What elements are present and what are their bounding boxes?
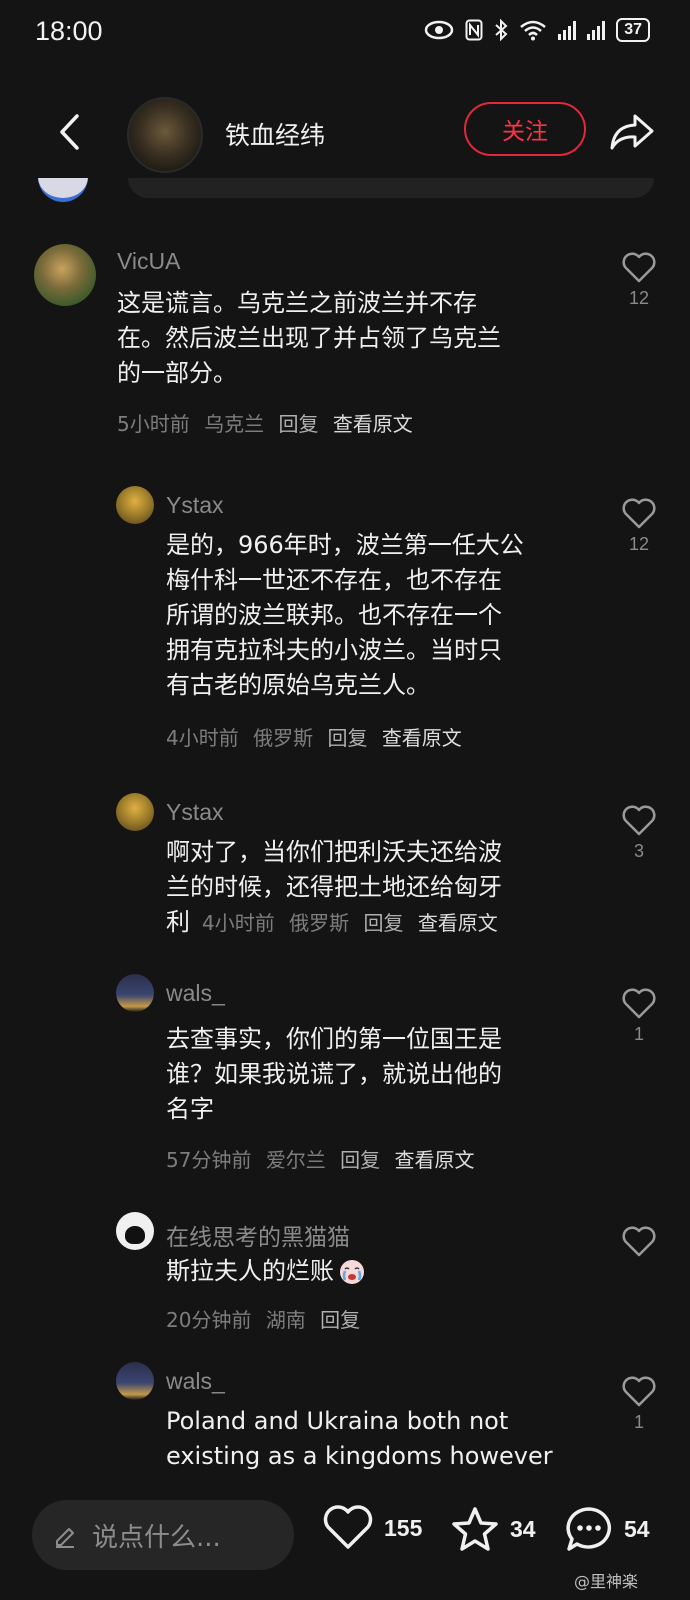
status-bar: 18:00 37: [0, 0, 690, 70]
like-count: 3: [633, 841, 644, 861]
like-count: 12: [628, 288, 650, 308]
share-icon[interactable]: [607, 108, 657, 156]
heart-icon: [622, 252, 656, 283]
comment-location: 爱尔兰: [265, 1148, 326, 1172]
like-count: 12: [628, 534, 650, 554]
comment-time: 4小时前: [202, 911, 275, 935]
comment-meta: 57分钟前 爱尔兰 回复 查看原文: [166, 1144, 483, 1173]
reply-button[interactable]: 回复: [327, 726, 367, 750]
back-arrow-icon[interactable]: [50, 108, 90, 156]
previous-comment-partial: [0, 178, 690, 208]
favorite-stat[interactable]: 34: [450, 1505, 536, 1553]
heart-icon: [622, 805, 656, 836]
comment-text: 去查事实，你们的第一位国王是 谁？如果我说谎了，就说出他的 名字: [166, 1025, 502, 1123]
like-button[interactable]: 3: [619, 805, 659, 862]
avatar[interactable]: [34, 244, 96, 306]
status-icons: 37: [424, 18, 650, 42]
comment-text: 是的，966年时，波兰第一任大公 梅什科一世还不存在，也不存在 所谓的波兰联邦。…: [166, 531, 524, 699]
heart-icon: [622, 988, 656, 1019]
reply-button[interactable]: 回复: [320, 1308, 360, 1332]
reply-button[interactable]: 回复: [340, 1148, 380, 1172]
heart-icon: [622, 498, 656, 529]
nfc-icon: [465, 19, 483, 41]
comment-username[interactable]: 在线思考的黑猫猫: [166, 1218, 350, 1252]
star-icon: [452, 1507, 498, 1551]
like-count: 1: [633, 1412, 644, 1432]
pencil-icon: [56, 1528, 74, 1548]
status-time: 18:00: [35, 16, 103, 46]
comment-meta: 4小时前 俄罗斯 回复 查看原文: [202, 906, 506, 941]
comment-text: Poland and Ukraina both not existing as …: [166, 1407, 553, 1470]
comment-username[interactable]: wals_: [166, 980, 225, 1007]
channel-name[interactable]: 铁血经纬: [225, 116, 325, 152]
comment-username[interactable]: wals_: [166, 1368, 225, 1395]
signal-strength-1-icon: [558, 20, 577, 40]
view-original-button[interactable]: 查看原文: [333, 412, 413, 436]
comment-text: 啊对了，当你们把利沃夫还给波 兰的时候，还得把土地还给匈牙 利 4小时前 俄罗斯…: [166, 835, 506, 941]
comment-stat[interactable]: 54: [564, 1505, 650, 1553]
watermark: @里神楽: [574, 1572, 639, 1591]
comment-text: 这是谎言。乌克兰之前波兰并不存 在。然后波兰出现了并占领了乌克兰 的一部分。: [117, 289, 501, 387]
comment-time: 4小时前: [166, 726, 239, 750]
like-button[interactable]: [619, 1226, 659, 1258]
follow-button[interactable]: 关注: [464, 102, 586, 156]
like-button[interactable]: 1: [619, 1376, 659, 1433]
comment-location: 乌克兰: [204, 412, 265, 436]
comment-location: 俄罗斯: [253, 726, 314, 750]
comment-meta: 20分钟前 湖南 回复: [166, 1304, 368, 1333]
comment-time: 20分钟前: [166, 1308, 252, 1332]
comment-count: 54: [624, 1515, 650, 1542]
eye-icon: [424, 20, 454, 40]
avatar[interactable]: [116, 1212, 154, 1250]
heart-icon: [323, 1505, 373, 1549]
comment-location: 湖南: [265, 1308, 306, 1332]
favorite-count: 34: [510, 1515, 536, 1542]
comment-time: 5小时前: [117, 412, 190, 436]
comment-text: 斯拉夫人的烂账: [166, 1254, 366, 1289]
like-button[interactable]: 12: [619, 252, 659, 309]
header: 铁血经纬 关注: [0, 88, 690, 178]
channel-avatar[interactable]: [127, 97, 203, 173]
crying-emoji-icon: [340, 1259, 364, 1284]
comment-time: 57分钟前: [166, 1148, 252, 1172]
like-count: 1: [633, 1024, 644, 1044]
comment-username[interactable]: VicUA: [117, 248, 181, 275]
comment-input-placeholder: 说点什么...: [92, 1522, 221, 1553]
like-button[interactable]: 12: [619, 498, 659, 555]
avatar[interactable]: [116, 974, 154, 1012]
battery-icon: 37: [616, 18, 650, 42]
signal-strength-2-icon: [587, 20, 606, 40]
comment-meta: 4小时前 俄罗斯 回复 查看原文: [166, 722, 470, 751]
view-original-button[interactable]: 查看原文: [382, 726, 462, 750]
like-button[interactable]: 1: [619, 988, 659, 1045]
comment-meta: 5小时前 乌克兰 回复 查看原文: [117, 408, 421, 437]
reply-button[interactable]: 回复: [278, 412, 318, 436]
comment-username[interactable]: Ystax: [166, 492, 224, 519]
like-stat[interactable]: 155: [322, 1505, 422, 1551]
comment-location: 俄罗斯: [289, 911, 350, 935]
view-original-button[interactable]: 查看原文: [418, 911, 498, 935]
reply-button[interactable]: 回复: [363, 911, 403, 935]
previous-content-box: [128, 178, 654, 198]
bluetooth-icon: [495, 19, 508, 41]
avatar: [38, 178, 88, 202]
heart-icon: [622, 1376, 656, 1407]
wifi-icon: [520, 20, 547, 41]
avatar[interactable]: [116, 1362, 154, 1400]
comment-input[interactable]: 说点什么...: [32, 1500, 294, 1570]
avatar[interactable]: [116, 486, 154, 524]
heart-icon: [622, 1226, 656, 1257]
avatar[interactable]: [116, 793, 154, 831]
like-count: 155: [384, 1514, 423, 1541]
view-original-button[interactable]: 查看原文: [395, 1148, 475, 1172]
comment-reply-item: wals_ Poland and Ukraina both not existi…: [0, 1362, 690, 1490]
comment-bubble-icon: [566, 1507, 612, 1551]
comment-username[interactable]: Ystax: [166, 799, 224, 826]
